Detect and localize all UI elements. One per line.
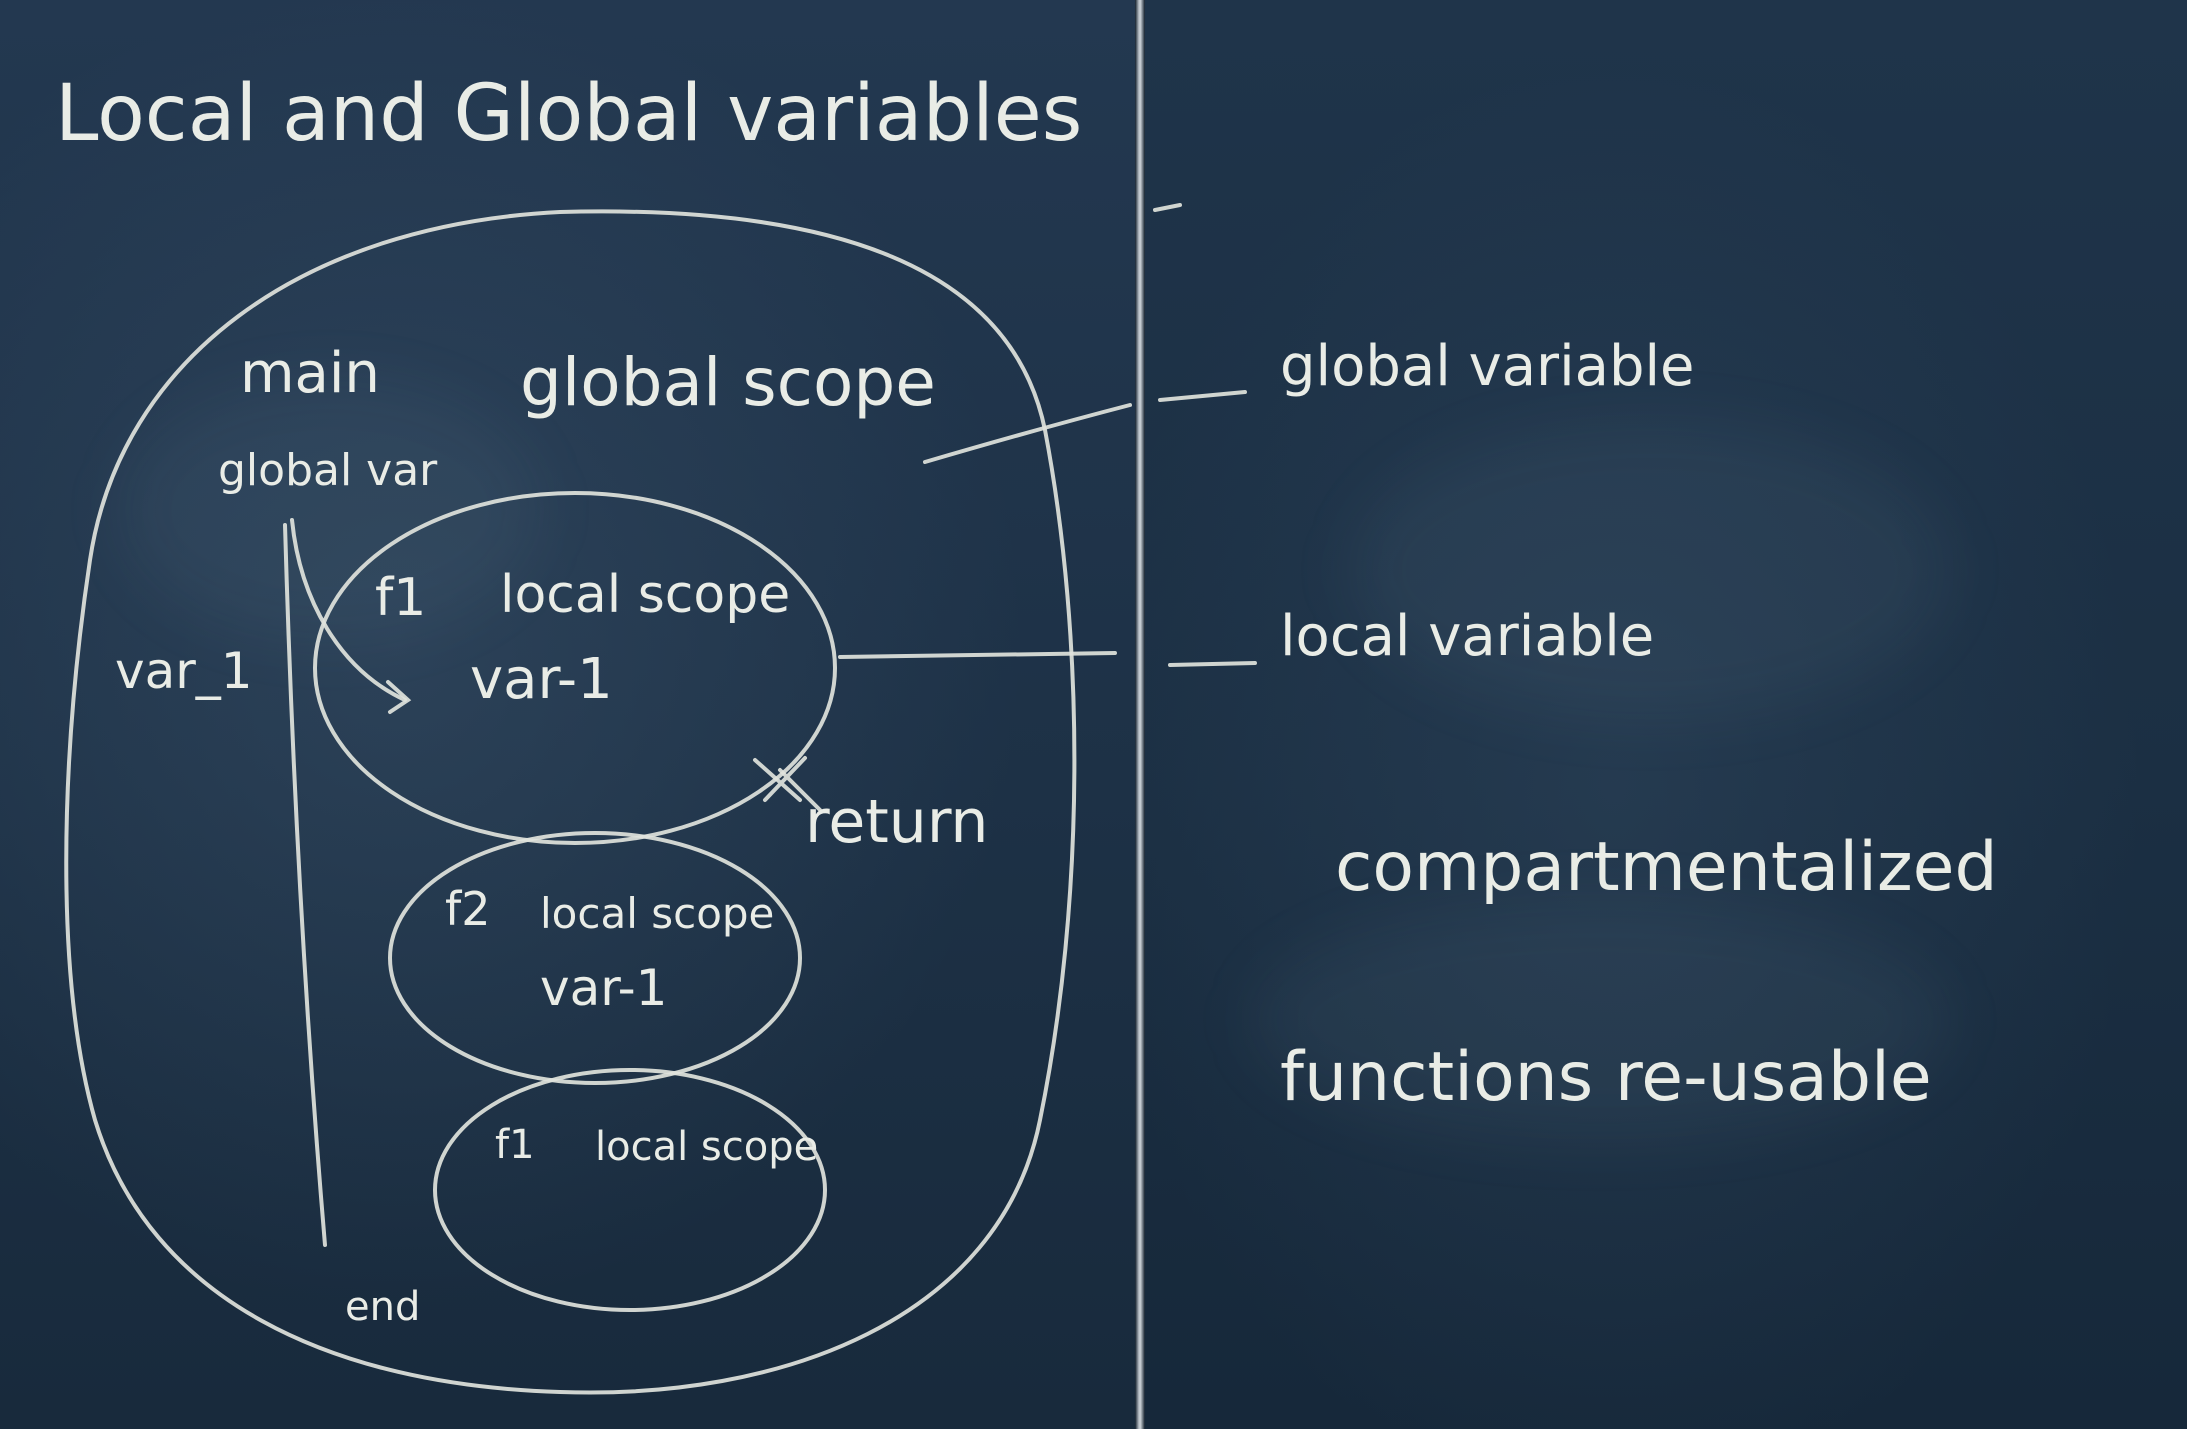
- chalkboard: Local and Global variables main global s…: [0, 0, 2187, 1429]
- note-global-variable: global variable: [1280, 334, 1695, 399]
- chalk-drawing: Local and Global variables main global s…: [55, 69, 1998, 1395]
- local-variable-tick: [1168, 661, 1257, 667]
- f1-repeat-name: f1: [495, 1122, 535, 1168]
- f2-scope-boundary: [388, 831, 802, 1085]
- note-compartmentalized: compartmentalized: [1335, 828, 1998, 907]
- main-label: main: [240, 341, 380, 406]
- global-variable-tick: [1158, 390, 1247, 402]
- global-var-label: global var: [218, 445, 438, 496]
- note-local-variable: local variable: [1280, 604, 1654, 669]
- f2-scope-label: local scope: [540, 889, 774, 938]
- end-label: end: [345, 1284, 420, 1330]
- f2-var-label: var-1: [540, 959, 667, 1017]
- return-label: return: [805, 787, 988, 857]
- f1-repeat-scope-label: local scope: [595, 1124, 818, 1170]
- f1-scope-label: local scope: [500, 565, 790, 625]
- f1-name: f1: [375, 568, 426, 628]
- f1-repeat-scope-boundary: [433, 1068, 827, 1312]
- f2-name: f2: [445, 882, 490, 936]
- f1-var-label: var-1: [470, 647, 613, 712]
- global-variable-connector: [923, 403, 1132, 464]
- board-tick-mark: [1153, 203, 1182, 212]
- left-var-label: var_1: [115, 642, 253, 700]
- global-scope-label: global scope: [520, 344, 936, 421]
- note-functions-reusable: functions re-usable: [1280, 1038, 1932, 1117]
- page-title: Local and Global variables: [55, 69, 1082, 159]
